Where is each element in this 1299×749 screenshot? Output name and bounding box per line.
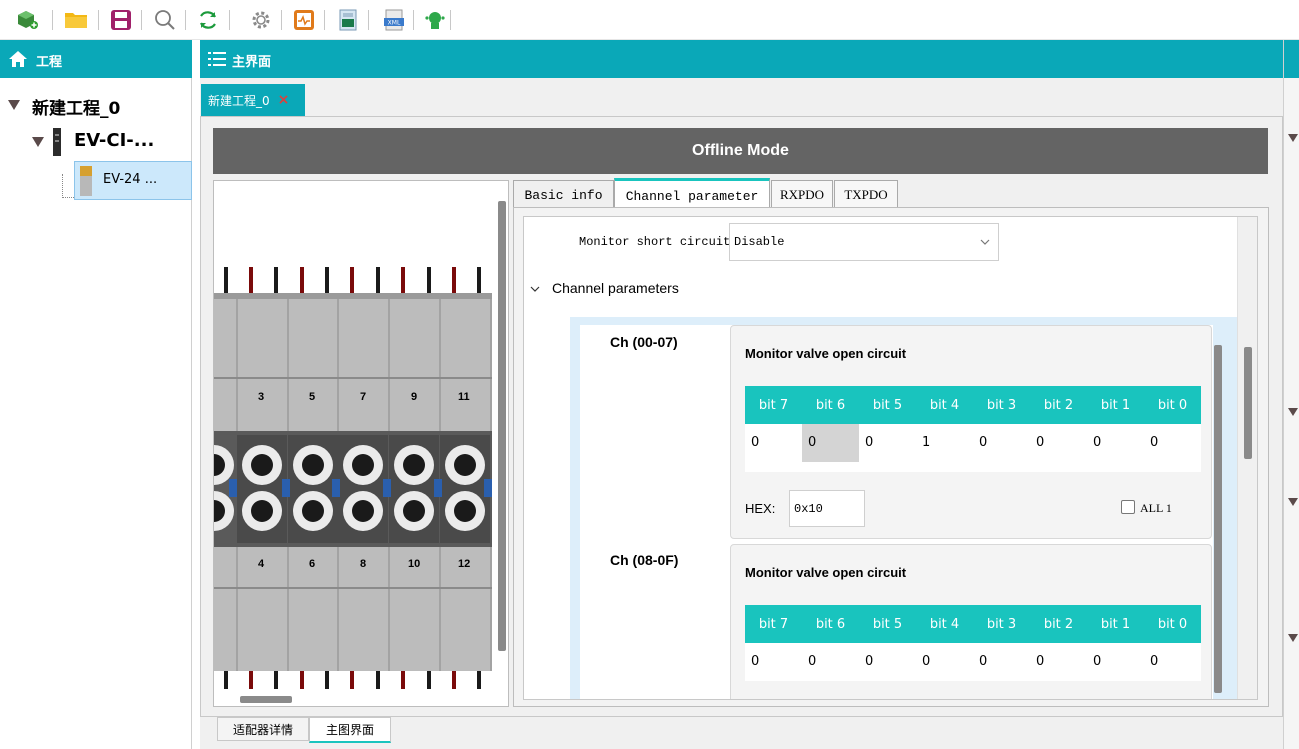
offline-mode-label: Offline Mode [692,142,789,159]
search-icon[interactable] [153,8,177,32]
toolbar: XML [0,0,1299,40]
vertical-scrollbar[interactable] [498,201,506,651]
channel-numbers-top: 3 5 7 9 11 [258,391,470,403]
monitor-short-label: Monitor short circuit [579,235,731,249]
monitor-icon[interactable] [292,8,316,32]
project-panel-header: 工程 [0,40,192,78]
valve-module-graphic [214,267,492,689]
tab-basic-info[interactable]: Basic info [513,180,614,210]
document-tab-label: 新建工程_0 [208,93,270,108]
channel-parameters-title: Channel parameters [552,280,679,296]
channel-scrollbar[interactable] [1214,345,1222,693]
tab-txpdo[interactable]: TXPDO [834,180,898,210]
bit-cell[interactable]: 0 [973,643,1030,681]
channel-card-title: Monitor valve open circuit [745,346,907,361]
export-icon[interactable] [336,8,360,32]
home-icon [9,51,27,67]
project-panel-title: 工程 [36,55,63,70]
bit-cell[interactable]: 1 [916,424,973,462]
bit-cell[interactable]: 0 [1144,424,1201,462]
panel-scrollbar[interactable] [1244,347,1252,459]
module-diagram: 3 5 7 9 11 4 6 8 10 12 [213,180,509,707]
channel-card: Monitor valve open circuit bit 7 bit 6 bi… [730,325,1212,539]
terminal-pins-bottom [224,671,481,689]
all-1-label: ALL 1 [1140,501,1172,515]
terminal-pins-top [224,267,481,293]
bit-cell[interactable]: 0 [1030,643,1087,681]
bit-cell[interactable]: 0 [745,424,802,462]
collapse-arrow-icon[interactable] [1288,498,1298,508]
bit-value-row: 0 0 0 1 0 0 0 0 [745,424,1201,462]
tree-module-node[interactable]: EV-24 ... [74,161,192,200]
monitor-short-select[interactable]: Disable [729,223,999,261]
bit-cell[interactable]: 0 [859,643,916,681]
bit-cell[interactable]: 0 [1144,643,1201,681]
document-tab-bar [200,78,1283,116]
close-tab-icon[interactable]: × [278,92,290,108]
channel-card: Monitor valve open circuit bit 7 bit 6 bi… [730,544,1212,699]
adapter-device-icon [53,128,61,156]
open-folder-icon[interactable] [64,8,88,32]
bit-value-row: 0 0 0 0 0 0 0 0 [745,643,1201,681]
panel-scroll-track [1237,217,1257,699]
all-1-checkbox[interactable] [1121,500,1135,514]
bit-cell[interactable]: 0 [1087,643,1144,681]
chevron-down-icon [530,286,540,292]
tab-adapter-details[interactable]: 适配器详情 [217,717,309,741]
tab-rxpdo[interactable]: RXPDO [771,180,833,210]
save-icon[interactable] [109,8,133,32]
tree-adapter-label: EV-CI-... [74,130,155,151]
tree-root-label: 新建工程_0 [32,99,121,119]
monitor-short-value: Disable [734,235,785,249]
collapse-arrow-icon[interactable] [1288,134,1298,144]
bit-header-row: bit 7 bit 6 bit 5 bit 4 bit 3 bit 2 bit 1 bi… [745,386,1201,424]
bottom-tab-bar: 适配器详情 主图界面 [200,717,1283,749]
xml-icon[interactable]: XML [382,8,406,32]
tree-adapter-node[interactable]: EV-CI-... [32,128,190,156]
bit-cell[interactable]: 0 [859,424,916,462]
bit-cell[interactable]: 0 [745,643,802,681]
settings-icon[interactable] [249,8,273,32]
horizontal-scrollbar[interactable] [240,696,292,703]
hex-label: HEX: [745,501,776,516]
tree-module-label: EV-24 ... [103,172,158,187]
parameter-panel: Monitor short circuit Disable Channel pa… [523,216,1258,700]
right-collapsed-panel [1283,40,1299,749]
bit-cell[interactable]: 0 [1087,424,1144,462]
collapse-arrow-icon[interactable] [1288,408,1298,418]
expand-caret-icon[interactable] [32,137,44,147]
hex-input[interactable]: 0x10 [789,490,865,527]
tree-connector [62,174,74,198]
io-module-icon [80,166,92,196]
document-tab[interactable]: 新建工程_0 × [201,84,305,116]
project-tree: 新建工程_0 EV-CI-... EV-24 ... [0,78,192,749]
list-icon [208,52,226,66]
main-panel-header: 主界面 [200,40,1283,78]
bit-header-row: bit 7 bit 6 bit 5 bit 4 bit 3 bit 2 bit 1 bi… [745,605,1201,643]
bit-cell[interactable]: 0 [916,643,973,681]
device-scan-icon[interactable] [423,8,447,32]
main-panel-title: 主界面 [232,55,272,70]
bit-cell[interactable]: 0 [973,424,1030,462]
channel-numbers-bottom: 4 6 8 10 12 [258,558,471,570]
bit-cell[interactable]: 0 [1030,424,1087,462]
expand-caret-icon[interactable] [8,100,20,110]
svg-text:XML: XML [388,20,401,27]
channel-parameters-section-toggle[interactable]: Channel parameters [530,279,730,301]
bit-cell[interactable]: 0 [802,424,859,462]
channel-group-label: Ch (00-07) [610,334,678,350]
offline-mode-banner: Offline Mode [213,128,1268,174]
new-project-icon[interactable] [16,8,40,32]
tree-root-node[interactable]: 新建工程_0 [8,94,188,119]
refresh-icon[interactable] [196,8,220,32]
chevron-down-icon [980,239,990,245]
channel-group-label: Ch (08-0F) [610,552,679,568]
tab-main-diagram[interactable]: 主图界面 [309,717,391,743]
bit-cell[interactable]: 0 [802,643,859,681]
channel-card-title: Monitor valve open circuit [745,565,907,580]
hex-value: 0x10 [794,502,823,516]
collapse-arrow-icon[interactable] [1288,634,1298,644]
